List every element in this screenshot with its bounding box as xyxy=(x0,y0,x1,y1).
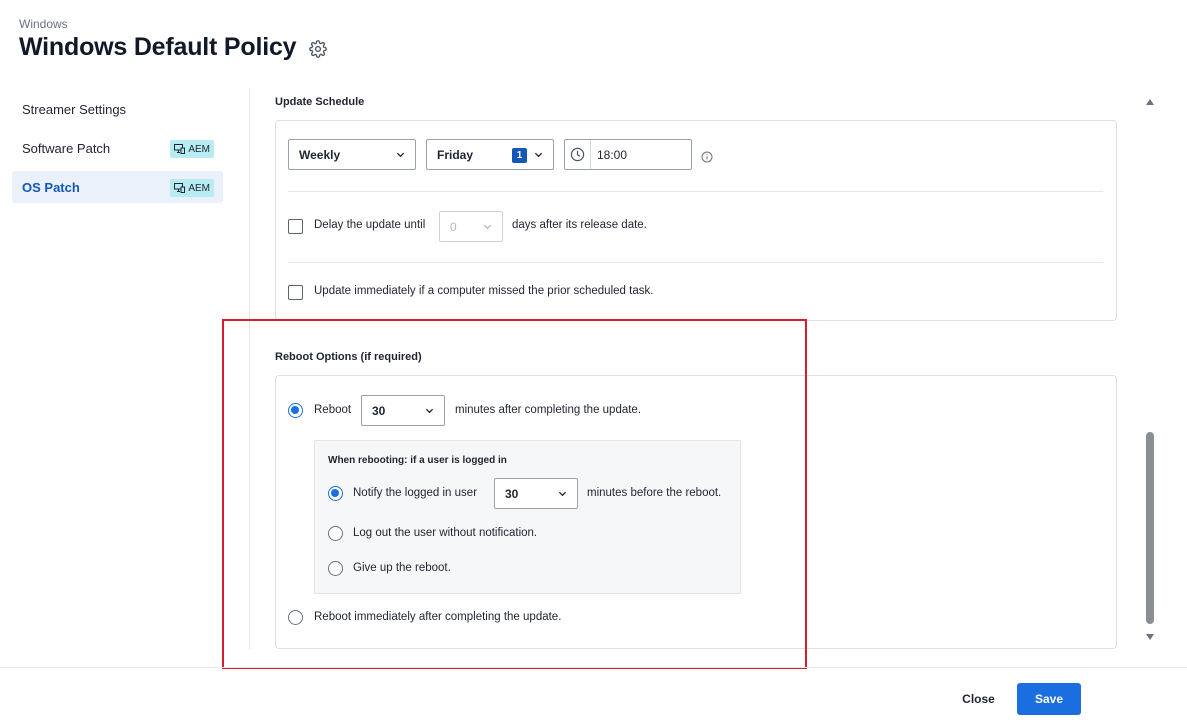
delay-label: Delay the update until xyxy=(314,219,426,231)
delay-update-checkbox[interactable] xyxy=(288,219,303,234)
delay-days-select[interactable]: 0 xyxy=(439,211,503,242)
sidebar: Streamer Settings Software Patch AEM OS … xyxy=(12,93,223,210)
day-count-badge: 1 xyxy=(512,148,527,163)
time-input[interactable]: 18:00 xyxy=(564,139,692,170)
devices-icon xyxy=(174,183,186,193)
aem-badge: AEM xyxy=(170,179,214,197)
sidebar-item-label: OS Patch xyxy=(22,179,80,195)
day-value: Friday xyxy=(437,147,474,162)
delay-after-label: days after its release date. xyxy=(512,219,647,231)
day-select[interactable]: Friday 1 xyxy=(426,139,554,170)
breadcrumb: Windows xyxy=(19,17,68,31)
sidebar-item-label: Streamer Settings xyxy=(22,101,127,117)
scrollbar-thumb[interactable] xyxy=(1146,432,1154,624)
devices-icon xyxy=(174,144,186,154)
divider xyxy=(288,191,1103,192)
frequency-value: Weekly xyxy=(299,147,341,162)
sidebar-item-software-patch[interactable]: Software Patch AEM xyxy=(12,132,223,164)
update-schedule-title: Update Schedule xyxy=(275,96,365,108)
time-value: 18:00 xyxy=(597,147,628,162)
missed-task-checkbox[interactable] xyxy=(288,285,303,300)
title-row: Windows Default Policy xyxy=(19,33,328,62)
footer-divider xyxy=(0,667,1187,668)
delay-days-value: 0 xyxy=(450,219,457,234)
scroll-down-arrow-icon[interactable] xyxy=(1145,632,1155,642)
sidebar-item-label: Software Patch xyxy=(22,140,111,156)
scroll-up-arrow-icon[interactable] xyxy=(1145,97,1155,107)
gear-icon[interactable] xyxy=(309,39,328,58)
missed-task-label: Update immediately if a computer missed … xyxy=(314,285,654,297)
sidebar-item-os-patch[interactable]: OS Patch AEM xyxy=(12,171,223,203)
chevron-down-icon xyxy=(534,152,543,158)
chevron-down-icon xyxy=(483,224,492,230)
aem-badge: AEM xyxy=(170,140,214,158)
divider xyxy=(288,262,1103,263)
frequency-select[interactable]: Weekly xyxy=(288,139,416,170)
highlight-box xyxy=(222,319,807,669)
page-title: Windows Default Policy xyxy=(19,33,297,61)
info-icon[interactable] xyxy=(701,150,713,163)
chevron-down-icon xyxy=(396,152,405,158)
clock-icon xyxy=(565,140,591,169)
close-button[interactable]: Close xyxy=(951,683,1006,715)
aem-badge-label: AEM xyxy=(188,143,210,155)
aem-badge-label: AEM xyxy=(188,182,210,194)
save-button[interactable]: Save xyxy=(1017,683,1081,715)
sidebar-item-streamer-settings[interactable]: Streamer Settings xyxy=(12,93,223,125)
